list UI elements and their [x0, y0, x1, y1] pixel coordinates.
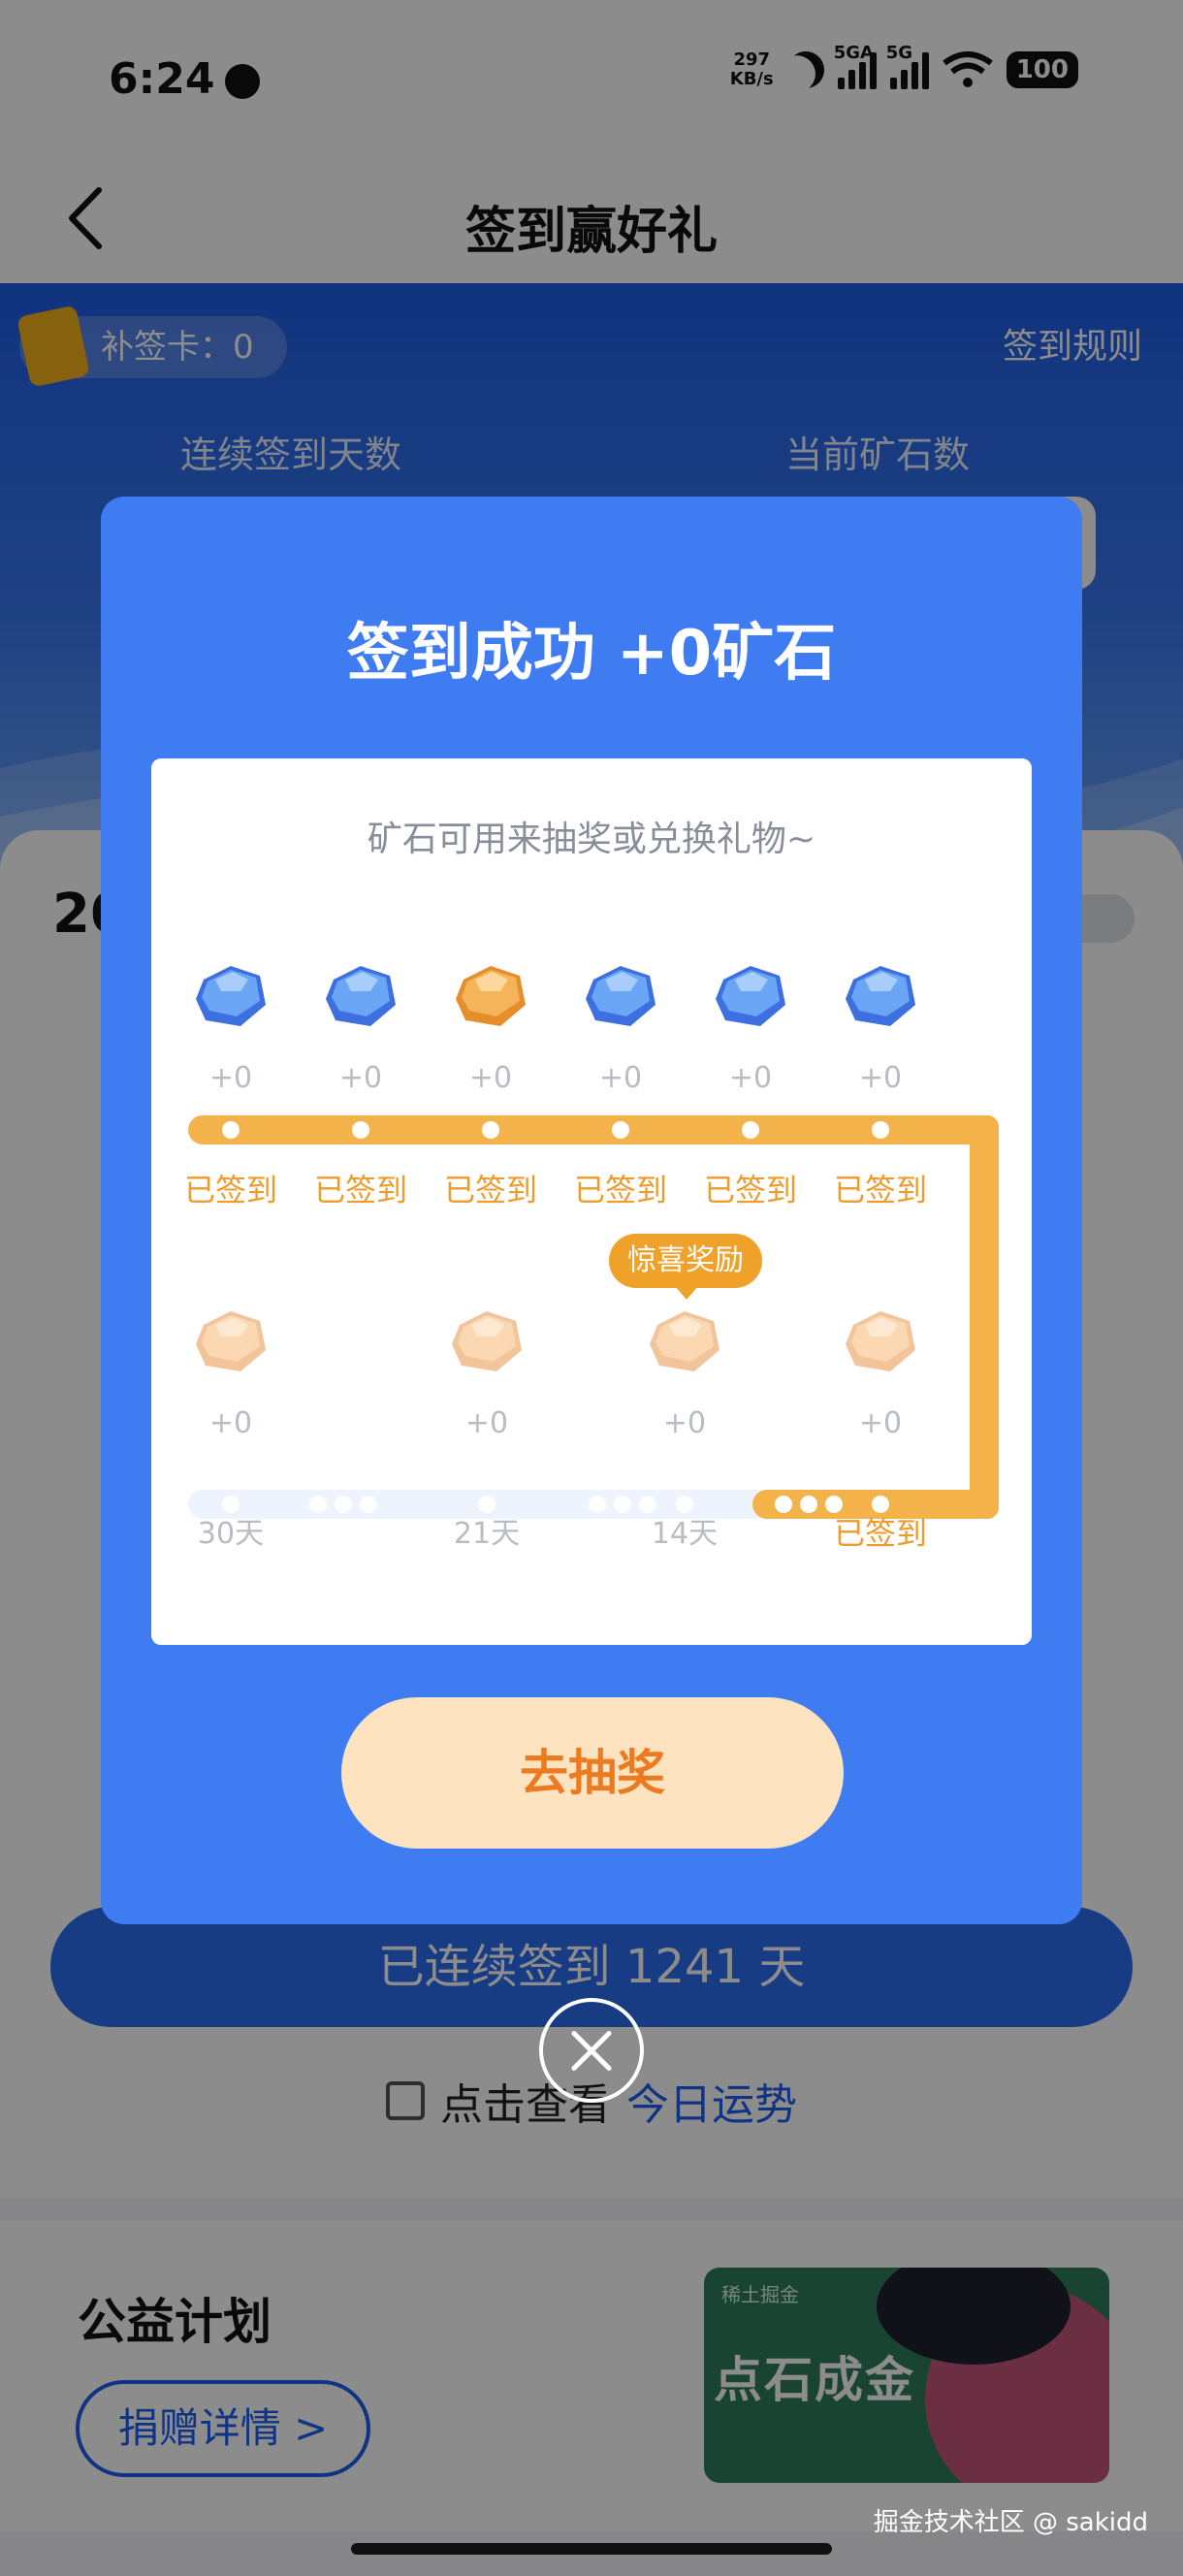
day-status-label: 已签到	[833, 1515, 927, 1552]
track-dot	[589, 1496, 606, 1513]
progress-track-right	[970, 1115, 999, 1519]
track-dot	[309, 1496, 327, 1513]
track-dot	[222, 1496, 240, 1513]
day-status-label: 已签到	[573, 1172, 667, 1208]
ore-gem-icon	[842, 962, 919, 1030]
day-status-label: 已签到	[443, 1172, 537, 1208]
surprise-reward-tag: 惊喜奖励	[609, 1234, 762, 1300]
day-status-label: 已签到	[833, 1172, 927, 1208]
day-milestone-label: 14天	[651, 1517, 719, 1551]
track-dot	[478, 1496, 496, 1513]
track-dot	[612, 1121, 629, 1139]
track-dot	[352, 1121, 369, 1139]
ore-gem-icon	[712, 962, 789, 1030]
track-dot	[360, 1496, 377, 1513]
ore-gem-icon	[646, 1307, 723, 1375]
ore-gem-icon	[452, 962, 529, 1030]
ore-gem-icon	[192, 1307, 270, 1375]
close-modal-button[interactable]	[539, 1998, 644, 2103]
reward-amount: +0	[208, 1406, 253, 1440]
checkin-success-modal: 签到成功 +0矿石 矿石可用来抽奖或兑换礼物~ +0 已签到 +0 已签到 +0 已签到 +…	[101, 497, 1082, 1924]
reward-amount: +0	[662, 1406, 707, 1440]
reward-amount: +0	[338, 1061, 383, 1095]
track-dot	[335, 1496, 352, 1513]
track-dot	[614, 1496, 631, 1513]
reward-amount: +0	[858, 1406, 903, 1440]
track-dot	[775, 1496, 792, 1513]
track-dot	[639, 1496, 656, 1513]
track-dot	[825, 1496, 843, 1513]
reward-amount: +0	[728, 1061, 773, 1095]
reward-amount: +0	[464, 1406, 509, 1440]
ore-gem-icon	[842, 1307, 919, 1375]
track-dot	[872, 1121, 889, 1139]
watermark: 掘金技术社区 @ sakidd	[873, 2508, 1148, 2537]
reward-amount: +0	[208, 1061, 253, 1095]
track-dot	[872, 1496, 889, 1513]
reward-subtitle: 矿石可用来抽奖或兑换礼物~	[367, 820, 816, 859]
reward-panel: 矿石可用来抽奖或兑换礼物~ +0 已签到 +0 已签到 +0 已签到 +0 已签到 +0 已签到 +…	[151, 758, 1032, 1645]
ore-gem-icon	[192, 962, 270, 1030]
day-milestone-label: 21天	[453, 1517, 521, 1551]
reward-amount: +0	[598, 1061, 643, 1095]
go-lottery-button[interactable]: 去抽奖	[341, 1697, 844, 1849]
ore-gem-icon	[448, 1307, 526, 1375]
day-status-label: 已签到	[703, 1172, 797, 1208]
reward-amount: +0	[858, 1061, 903, 1095]
track-dot	[800, 1496, 817, 1513]
ore-gem-icon	[582, 962, 659, 1030]
day-status-label: 已签到	[313, 1172, 407, 1208]
track-dot	[676, 1496, 693, 1513]
track-dot	[482, 1121, 499, 1139]
day-milestone-label: 30天	[197, 1517, 265, 1551]
ore-gem-icon	[322, 962, 400, 1030]
modal-title: 签到成功 +0矿石	[346, 618, 837, 690]
reward-amount: +0	[468, 1061, 513, 1095]
track-dot	[742, 1121, 759, 1139]
day-status-label: 已签到	[183, 1172, 277, 1208]
track-dot	[222, 1121, 240, 1139]
